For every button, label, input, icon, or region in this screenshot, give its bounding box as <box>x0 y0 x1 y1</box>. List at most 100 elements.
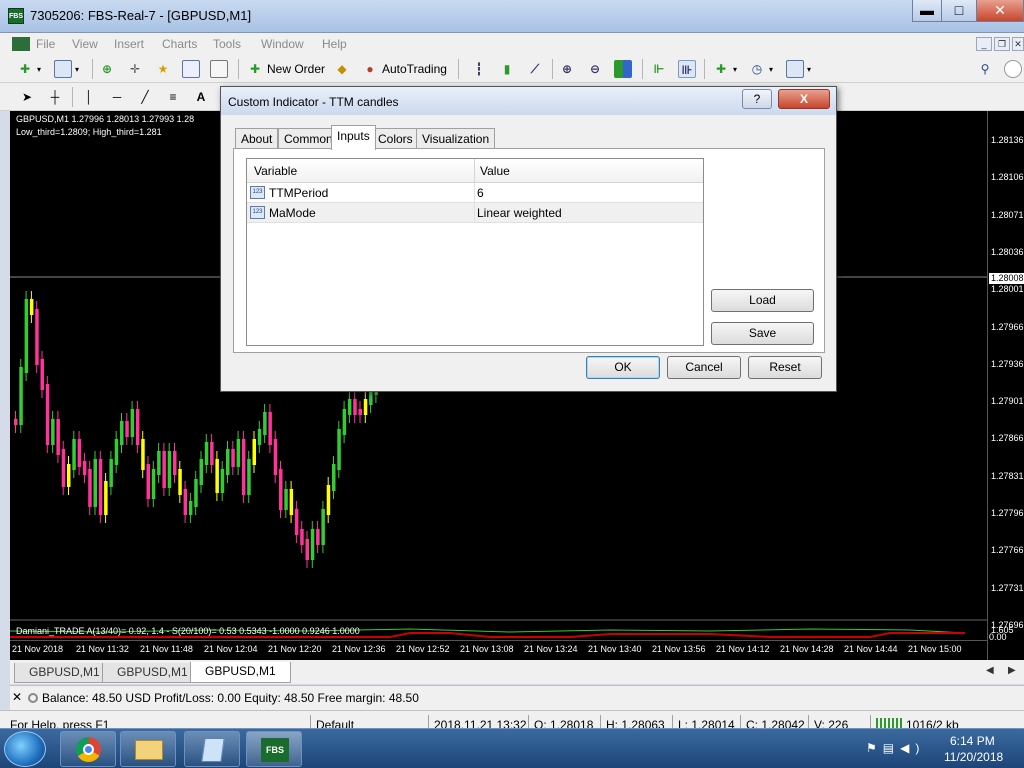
menu-insert[interactable]: Insert <box>114 37 144 51</box>
terminal-icon <box>182 60 200 78</box>
mdi-minimize-button[interactable]: _ <box>976 37 992 51</box>
tab-visualization[interactable]: Visualization <box>416 128 496 149</box>
chart-tab-active[interactable]: GBPUSD,M1 <box>190 662 291 683</box>
menu-view[interactable]: View <box>72 37 98 51</box>
ok-button[interactable]: OK <box>586 356 660 379</box>
tile-windows-button[interactable] <box>614 59 632 79</box>
tab-common[interactable]: Common <box>278 128 339 149</box>
balance-icon <box>28 693 38 703</box>
cursor-icon: ➤ <box>21 90 33 104</box>
tab-about[interactable]: About <box>235 128 279 149</box>
table-row[interactable]: 123 TTMPeriod 6 <box>247 183 703 203</box>
cancel-button[interactable]: Cancel <box>667 356 741 379</box>
price-tick-label: 1.27966 <box>991 321 1024 332</box>
volume-icon[interactable]: ◀) <box>900 741 925 755</box>
candle-body <box>72 439 76 470</box>
trendline-button[interactable]: ╱ <box>136 87 154 107</box>
integer-type-icon: 123 <box>250 186 265 199</box>
new-chart-button[interactable]: ✚ ▾ <box>16 59 41 79</box>
time-tick-label: 21 Nov 12:36 <box>332 644 386 654</box>
navigator-icon: ★ <box>157 62 169 76</box>
zoom-out-button[interactable]: ⊖ <box>586 59 604 79</box>
fibonacci-icon: ≡ <box>169 90 177 104</box>
chart-tab[interactable]: GBPUSD,M1 <box>14 663 115 683</box>
bar-chart-button[interactable]: ┇ <box>470 59 488 79</box>
strategy-tester-button[interactable] <box>210 59 228 79</box>
time-axis[interactable]: 21 Nov 2018 21 Nov 11:32 21 Nov 11:48 21 No… <box>10 640 987 660</box>
mdi-restore-button[interactable]: ❐ <box>994 37 1010 51</box>
taskbar-fbs[interactable]: FBS <box>246 731 302 767</box>
variable-value[interactable]: 6 <box>477 186 484 200</box>
fibonacci-button[interactable]: ≡ <box>164 87 182 107</box>
new-order-button[interactable]: ✚ New Order <box>246 59 325 79</box>
taskbar-chrome[interactable] <box>60 731 116 767</box>
candle-body <box>326 485 331 515</box>
templates-button[interactable]: ▾ <box>786 59 811 79</box>
variable-name: MaMode <box>269 206 316 220</box>
dialog-title: Custom Indicator - TTM candles <box>228 95 399 109</box>
load-button[interactable]: Load <box>711 289 814 312</box>
menu-window[interactable]: Window <box>261 37 304 51</box>
close-button[interactable]: ✕ <box>976 0 1024 22</box>
minimize-button[interactable]: ▬ <box>912 0 942 22</box>
column-header-variable[interactable]: Variable <box>254 164 297 178</box>
candlesticks-button[interactable]: ▮ <box>498 59 516 79</box>
terminal-close-icon[interactable]: ✕ <box>12 690 22 704</box>
horizontal-line-button[interactable]: ─ <box>108 87 126 107</box>
candle-body <box>67 464 71 487</box>
menu-tools[interactable]: Tools <box>213 37 241 51</box>
save-button[interactable]: Save <box>711 322 814 345</box>
mdi-close-button[interactable]: ✕ <box>1012 37 1024 51</box>
balance-summary: Balance: 48.50 USD Profit/Loss: 0.00 Equ… <box>42 691 419 705</box>
indicators-button[interactable]: ✚ ▾ <box>712 59 737 79</box>
candle-body <box>61 449 66 487</box>
chart-shift-button[interactable]: ⊩ <box>650 59 668 79</box>
price-axis[interactable]: 1.28136 1.28106 1.28071 1.28036 1.28001 1.279… <box>987 111 1024 660</box>
zoom-in-button[interactable]: ⊕ <box>558 59 576 79</box>
crosshair-button[interactable]: ┼ <box>46 87 64 107</box>
menu-charts[interactable]: Charts <box>162 37 197 51</box>
tab-scroll-right-icon[interactable]: ▶ <box>1008 665 1016 676</box>
tab-inputs[interactable]: Inputs <box>331 125 376 150</box>
chart-tab[interactable]: GBPUSD,M1 <box>102 663 203 683</box>
tab-colors[interactable]: Colors <box>372 128 419 149</box>
reset-button[interactable]: Reset <box>748 356 822 379</box>
menu-file[interactable]: File <box>36 37 55 51</box>
vertical-line-button[interactable]: │ <box>80 87 98 107</box>
navigator-button[interactable]: ★ <box>154 59 172 79</box>
periods-button[interactable]: ◷ ▾ <box>748 59 773 79</box>
terminal-button[interactable] <box>182 59 200 79</box>
maximize-button[interactable]: □ <box>941 0 977 22</box>
help-button[interactable]: ? <box>742 89 772 109</box>
cursor-button[interactable]: ➤ <box>18 87 36 107</box>
table-row[interactable]: 123 MaMode Linear weighted <box>247 203 703 223</box>
dialog-close-button[interactable]: X <box>778 89 830 109</box>
inputs-grid[interactable]: Variable Value 123 TTMPeriod 6 123 MaMod… <box>246 158 704 346</box>
clock-time[interactable]: 6:14 PM <box>950 734 995 748</box>
column-header-value[interactable]: Value <box>480 164 510 178</box>
autoscroll-button[interactable]: ⊪ <box>678 59 696 79</box>
system-tray[interactable]: ⚑▤◀) <box>866 741 925 755</box>
metaeditor-button[interactable]: ◆ <box>333 59 351 79</box>
profiles-button[interactable]: ▾ <box>54 59 79 79</box>
search-button[interactable]: ⚲ <box>976 59 994 79</box>
text-button[interactable]: A <box>192 87 210 107</box>
market-watch-button[interactable]: ⊕ <box>98 59 116 79</box>
taskbar-notepad[interactable] <box>184 731 240 767</box>
variable-name: TTMPeriod <box>269 186 329 200</box>
clock-date[interactable]: 11/20/2018 <box>944 750 1003 764</box>
network-icon[interactable]: ▤ <box>883 741 900 755</box>
menu-help[interactable]: Help <box>322 37 347 51</box>
data-window-button[interactable]: ✛ <box>126 59 144 79</box>
action-center-icon[interactable]: ⚑ <box>866 741 883 755</box>
current-price-label: 1.28008 <box>989 273 1024 284</box>
start-button[interactable] <box>4 731 46 767</box>
chart-window-icon[interactable] <box>12 37 30 51</box>
candle-body <box>321 509 325 545</box>
tab-scroll-left-icon[interactable]: ◀ <box>986 665 994 676</box>
variable-value[interactable]: Linear weighted <box>477 206 562 220</box>
community-button[interactable] <box>1004 59 1022 79</box>
line-chart-button[interactable]: ⟋ <box>526 59 544 79</box>
autotrading-button[interactable]: ● AutoTrading <box>361 59 447 79</box>
taskbar-explorer[interactable] <box>120 731 176 767</box>
